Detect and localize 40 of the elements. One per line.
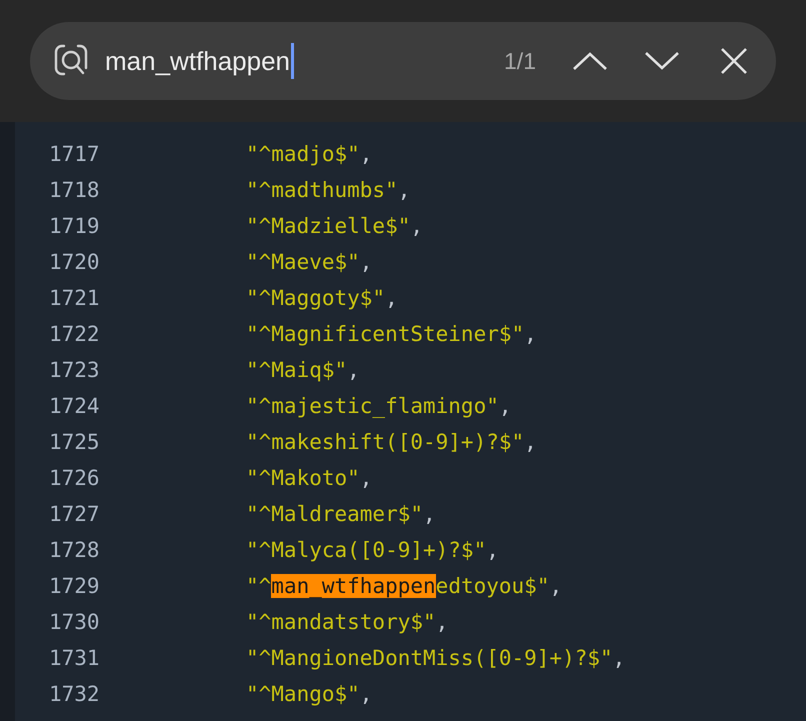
code-line: "^Maeve$", (246, 249, 372, 276)
code-line: "^MagnificentSteiner$", (246, 321, 537, 348)
code-line: "^mandatstory$", (246, 609, 448, 636)
line-number: 1724 (48, 393, 101, 420)
line-number: 1722 (48, 321, 101, 348)
code-line: "^majestic_flamingo", (246, 393, 512, 420)
line-number: 1723 (48, 357, 101, 384)
line-number: 1720 (48, 249, 101, 276)
search-field[interactable]: man_wtfhappen 1/1 (30, 22, 776, 100)
line-number: 1719 (48, 213, 101, 240)
line-number: 1732 (48, 681, 101, 708)
line-number: 1726 (48, 465, 101, 492)
line-number: 1717 (48, 141, 101, 168)
code-line: "^man_wtfhappenedtoyou$", (246, 573, 562, 600)
code-line: "^Madzielle$", (246, 213, 424, 240)
line-number: 1729 (48, 573, 101, 600)
code-line: "^madjo$", (246, 141, 372, 168)
match-count: 1/1 (504, 46, 536, 76)
line-number: 1721 (48, 285, 101, 312)
search-icon (54, 44, 88, 78)
line-number: 1725 (48, 429, 101, 456)
close-icon (721, 48, 747, 74)
line-number: 1728 (48, 537, 101, 564)
line-number: 1730 (48, 609, 101, 636)
code-line: "^Makoto", (246, 465, 372, 492)
code-line: "^Maggoty$", (246, 285, 398, 312)
code-line: "^makeshift([0-9]+)?$", (246, 429, 537, 456)
line-number: 1718 (48, 177, 101, 204)
line-number: 1727 (48, 501, 101, 528)
code-line: "^madthumbs", (246, 177, 410, 204)
code-line: "^Maldreamer$", (246, 501, 436, 528)
chevron-up-icon (573, 52, 607, 70)
text-caret (291, 43, 294, 79)
code-line: "^MangioneDontMiss([0-9]+)?$", (246, 645, 626, 672)
code-line: "^Malyca([0-9]+)?$", (246, 537, 499, 564)
search-query: man_wtfhappen (105, 48, 290, 74)
line-number: 1731 (48, 645, 101, 672)
code-line: "^Maiq$", (246, 357, 360, 384)
chevron-down-icon (645, 52, 679, 70)
code-line: "^Mango$", (246, 681, 372, 708)
